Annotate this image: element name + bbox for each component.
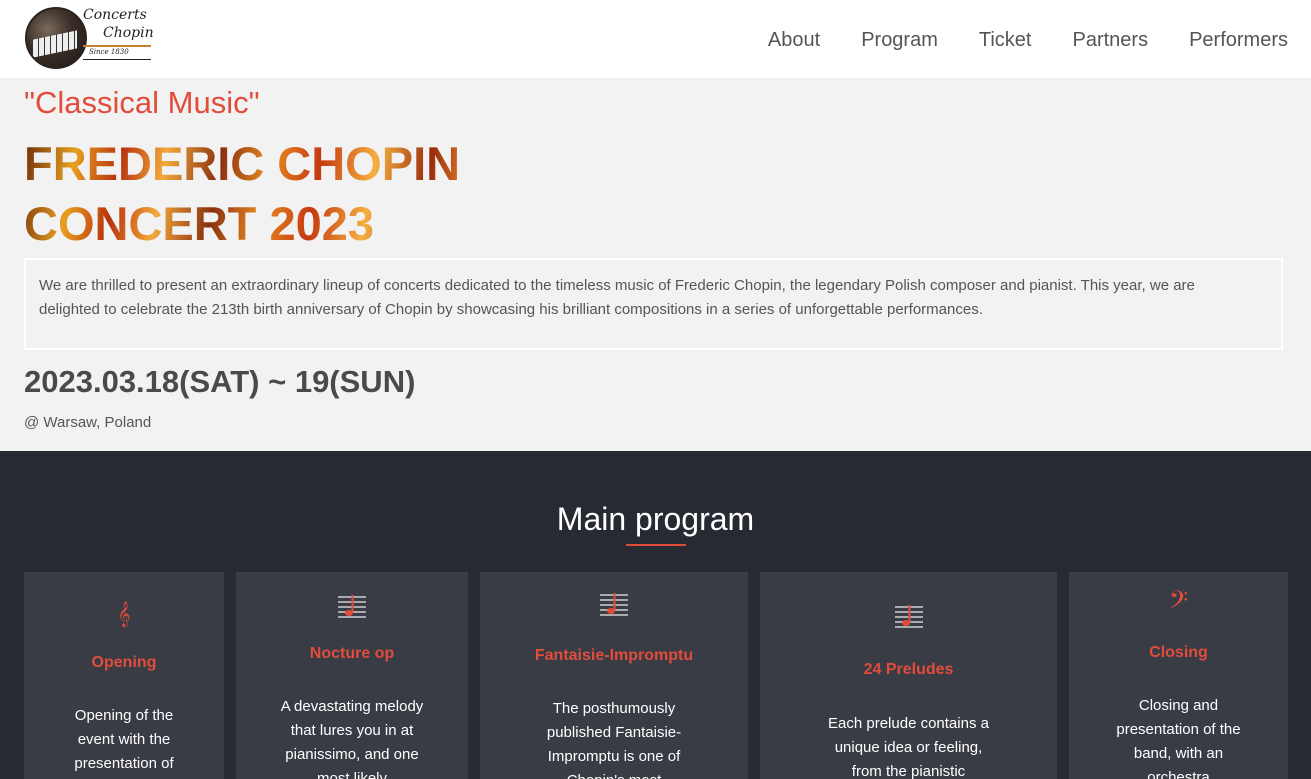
logo-piano-image: [25, 7, 87, 69]
hero-title-line1: FREDERIC CHOPIN: [24, 137, 461, 190]
hero-section: "Classical Music" FREDERIC CHOPIN CONCER…: [0, 78, 1311, 451]
logo-text-line1: Concerts: [83, 7, 147, 23]
intro-text: We are thrilled to present an extraordin…: [39, 277, 1195, 318]
intro-box: We are thrilled to present an extraordin…: [24, 258, 1283, 350]
card-description: Closing and presentation of the band, wi…: [1116, 697, 1241, 779]
nav-partners[interactable]: Partners: [1073, 28, 1149, 52]
program-card-nocture[interactable]: Nocture op A devastating melody that lur…: [236, 572, 468, 779]
music-staff-icon: [480, 590, 748, 616]
main-program-section: Main program 𝄞 Opening Opening of the ev…: [0, 451, 1311, 779]
card-title: Closing: [1149, 644, 1208, 661]
logo-rule: [83, 45, 151, 47]
program-card-preludes[interactable]: 24 Preludes Each prelude contains a uniq…: [760, 572, 1057, 779]
event-location: @ Warsaw, Poland: [24, 414, 152, 431]
logo-rule-bottom: [83, 59, 151, 60]
program-card-fantaisie[interactable]: Fantaisie-Impromptu The posthumously pub…: [480, 572, 748, 779]
nav-performers[interactable]: Performers: [1189, 28, 1288, 52]
card-title: 24 Preludes: [863, 661, 954, 678]
bass-clef-icon: 𝄢: [1168, 586, 1189, 621]
logo-text-line2: Chopin: [103, 25, 154, 41]
card-title: Fantaisie-Impromptu: [534, 647, 694, 664]
card-description: A devastating melody that lures you in a…: [280, 698, 424, 779]
main-nav: About Program Ticket Partners Performers: [768, 28, 1288, 52]
card-title: Nocture op: [309, 645, 395, 662]
event-dates: 2023.03.18(SAT) ~ 19(SUN): [24, 364, 416, 399]
card-description: The posthumously published Fantaisie-Imp…: [546, 700, 682, 779]
card-description: Opening of the event with the presentati…: [74, 707, 174, 772]
section-title: Main program: [556, 501, 755, 537]
card-title: Opening: [91, 654, 157, 671]
program-card-opening[interactable]: 𝄞 Opening Opening of the event with the …: [24, 572, 224, 779]
section-title-underline: [626, 544, 686, 546]
music-staff-icon: [236, 592, 468, 618]
treble-clef-icon: 𝄞: [117, 602, 131, 627]
nav-about[interactable]: About: [768, 28, 820, 52]
concerts-chopin-logo[interactable]: Concerts Chopin Since 1830: [25, 5, 155, 69]
hero-title: FREDERIC CHOPIN CONCERT 2023: [24, 134, 460, 254]
program-card-closing[interactable]: 𝄢 Closing Closing and presentation of th…: [1069, 572, 1288, 779]
logo-since: Since 1830: [89, 48, 129, 56]
card-description: Each prelude contains a unique idea or f…: [828, 715, 989, 779]
hero-kicker: "Classical Music": [24, 85, 260, 120]
music-staff-icon: [760, 602, 1057, 628]
nav-ticket[interactable]: Ticket: [979, 28, 1032, 52]
hero-title-line2: CONCERT 2023: [24, 197, 374, 250]
nav-program[interactable]: Program: [861, 28, 938, 52]
top-navigation-bar: Concerts Chopin Since 1830 About Program…: [0, 0, 1311, 78]
